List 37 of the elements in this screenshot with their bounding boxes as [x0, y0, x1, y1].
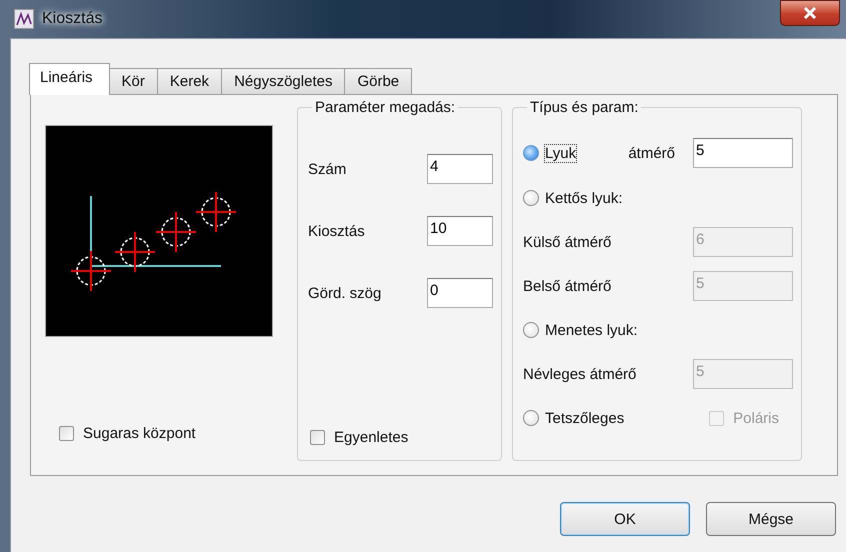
field-label: átmérő [628, 144, 675, 162]
radio-label: Kettős lyuk: [545, 190, 623, 206]
radio-button[interactable] [523, 145, 539, 161]
field-label: Külső átmérő [523, 234, 612, 250]
group-title: Paraméter megadás: [314, 99, 456, 116]
checkbox-label: Sugaras központ [83, 425, 196, 442]
field-label: Belső átmérő [523, 278, 612, 294]
dialog-button[interactable]: OK [560, 502, 690, 536]
radio-label: Lyuk [545, 144, 576, 162]
input-field[interactable]: 5 [693, 138, 793, 168]
app-icon [14, 9, 34, 29]
checkbox[interactable] [310, 430, 325, 445]
input-field[interactable]: 4 [427, 154, 493, 184]
checkbox-label: Poláris [733, 410, 779, 426]
group-title: Típus és param: [529, 99, 640, 116]
field-label: Görd. szög [308, 284, 382, 302]
tab[interactable]: Görbe [344, 68, 412, 94]
radio-button[interactable] [523, 322, 539, 338]
tab[interactable]: Négyszögletes [221, 68, 346, 94]
tab[interactable]: Kör [108, 68, 158, 94]
input-field[interactable]: 10 [427, 216, 493, 246]
field-label: Névleges átmérő [523, 366, 636, 382]
close-button[interactable] [780, 0, 840, 26]
checkbox-label: Egyenletes [334, 429, 408, 446]
window-title: Kiosztás [42, 10, 102, 28]
dialog-button[interactable]: Mégse [706, 502, 836, 536]
checkbox[interactable] [59, 426, 74, 441]
radio-button[interactable] [523, 410, 539, 426]
input-field[interactable]: 0 [427, 278, 493, 308]
radio-button[interactable] [523, 190, 539, 206]
radio-label: Tetszőleges [545, 410, 624, 426]
field-label: Szám [308, 160, 346, 178]
tab[interactable]: Lineáris [29, 63, 110, 95]
radio-label: Menetes lyuk: [545, 322, 638, 338]
tab[interactable]: Kerek [156, 68, 222, 94]
close-icon [803, 7, 817, 19]
field-label: Kiosztás [308, 222, 365, 240]
